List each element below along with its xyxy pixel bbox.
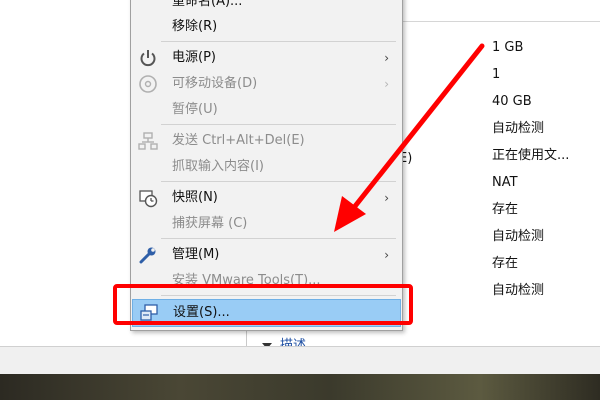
red-annotation-arrow (334, 43, 485, 232)
